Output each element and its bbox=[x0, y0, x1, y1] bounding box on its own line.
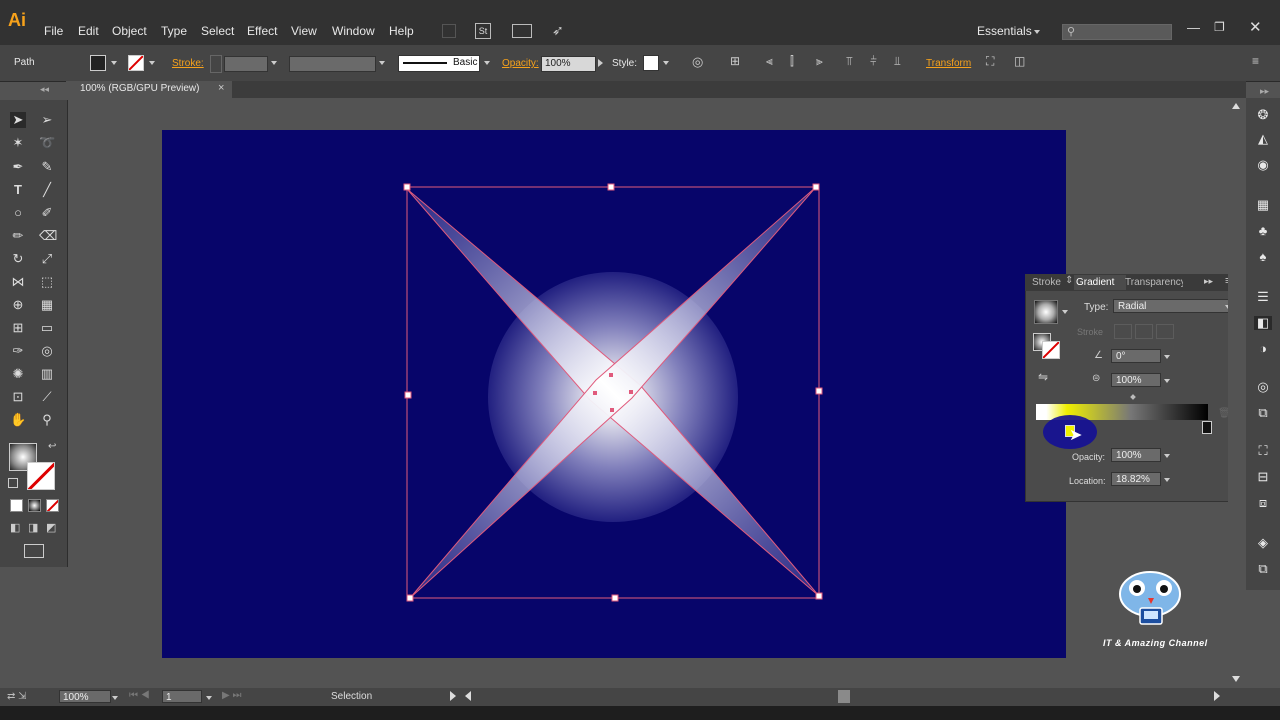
stroke-across-button[interactable] bbox=[1156, 324, 1174, 339]
bounding-handle-tm[interactable] bbox=[607, 183, 615, 191]
chevron-down-icon[interactable] bbox=[1164, 454, 1170, 458]
chevron-down-icon[interactable] bbox=[1164, 379, 1170, 383]
bounding-handle-bl[interactable] bbox=[406, 594, 414, 602]
chevron-down-icon[interactable] bbox=[112, 696, 118, 700]
panel-expand-icon[interactable]: ▸▸ bbox=[1204, 276, 1213, 287]
bounding-handle-tr[interactable] bbox=[812, 183, 820, 191]
layers-icon[interactable]: ◈ bbox=[1254, 536, 1272, 550]
status-menu-icon[interactable] bbox=[450, 691, 456, 701]
bottom-strip bbox=[0, 706, 1280, 720]
tab-arrows-icon: ⇕ bbox=[1065, 275, 1074, 286]
align-panel-icon[interactable]: ⊟ bbox=[1254, 470, 1272, 484]
current-tool-label: Selection bbox=[331, 691, 373, 702]
angle-field[interactable]: 0° bbox=[1111, 349, 1161, 363]
symbols-icon[interactable]: ♣ bbox=[1254, 224, 1272, 238]
gradient-stop-black[interactable] bbox=[1202, 421, 1212, 434]
reverse-gradient-icon[interactable]: ⇋ bbox=[1038, 370, 1048, 384]
tab-gradient[interactable]: Gradient bbox=[1074, 275, 1126, 290]
aspect-ratio-field[interactable]: 100% bbox=[1111, 373, 1161, 387]
aspect-ratio-icon: ⊜ bbox=[1092, 373, 1101, 384]
gradient-type-label: Type: bbox=[1084, 302, 1109, 313]
chevron-down-icon[interactable] bbox=[1164, 478, 1170, 482]
color-guide-icon[interactable]: ❂ bbox=[1254, 108, 1272, 122]
anchor-point[interactable] bbox=[609, 373, 613, 377]
stop-opacity-field[interactable]: 100% bbox=[1111, 448, 1161, 462]
horizontal-scroll-thumb[interactable] bbox=[838, 690, 850, 703]
appearance-icon[interactable]: ◎ bbox=[1254, 380, 1272, 394]
chevron-down-icon[interactable] bbox=[206, 696, 212, 700]
gradient-panel-icon[interactable]: ◧ bbox=[1254, 316, 1272, 330]
watermark-text: IT & Amazing Channel bbox=[1103, 638, 1208, 648]
channel-mascot-logo bbox=[1119, 571, 1181, 625]
tab-stroke[interactable]: Stroke bbox=[1032, 277, 1061, 288]
next-artboard-icon[interactable]: ▶ ⏭ bbox=[222, 690, 241, 701]
anchor-point[interactable] bbox=[629, 390, 633, 394]
chevron-down-icon[interactable] bbox=[1164, 355, 1170, 359]
bounding-handle-br[interactable] bbox=[815, 592, 823, 600]
scroll-right-icon[interactable] bbox=[1214, 691, 1220, 701]
swatches-icon[interactable]: ▦ bbox=[1254, 198, 1272, 212]
tab-transparency[interactable]: Transparency bbox=[1125, 277, 1183, 288]
scroll-left-icon[interactable] bbox=[465, 691, 471, 701]
pathfinder-icon[interactable]: ⧈ bbox=[1254, 496, 1272, 510]
stroke-along-button[interactable] bbox=[1135, 324, 1153, 339]
angle-icon: ∠ bbox=[1094, 350, 1103, 361]
status-bar: ⇄ ⇲ 100% ⏮ ◀ 1 ▶ ⏭ Selection bbox=[0, 688, 1280, 706]
transparency-panel-icon[interactable]: ◑ bbox=[1254, 342, 1272, 356]
expand-dock-icon[interactable]: ▸▸ bbox=[1260, 86, 1269, 97]
scroll-up-icon[interactable] bbox=[1232, 103, 1240, 109]
graphic-styles-icon[interactable]: ♠ bbox=[1254, 250, 1272, 264]
bounding-handle-ml[interactable] bbox=[404, 391, 412, 399]
gradient-panel-header: Stroke ⇕ Gradient Transparency ▸▸ ≡ bbox=[1025, 274, 1242, 291]
bounding-handle-mr[interactable] bbox=[815, 387, 823, 395]
anchor-point[interactable] bbox=[593, 391, 597, 395]
bounding-handle-tl[interactable] bbox=[403, 183, 411, 191]
chevron-down-icon[interactable] bbox=[1062, 310, 1068, 314]
gradient-stroke-swatch[interactable] bbox=[1042, 341, 1060, 359]
first-artboard-icon[interactable]: ⏮ ◀ bbox=[129, 690, 150, 701]
zoom-field[interactable]: 100% bbox=[59, 690, 111, 703]
stroke-panel-icon[interactable]: ☰ bbox=[1254, 290, 1272, 304]
stop-location-field[interactable]: 18.82% bbox=[1111, 472, 1161, 486]
artboards-icon[interactable]: ⧉ bbox=[1254, 562, 1272, 576]
color-icon[interactable]: ◉ bbox=[1254, 158, 1272, 172]
mouse-cursor-icon: ➤ bbox=[1069, 427, 1083, 444]
artboard-number-field[interactable]: 1 bbox=[162, 690, 202, 703]
stroke-within-button[interactable] bbox=[1114, 324, 1132, 339]
transform-panel-icon[interactable]: ⛶ bbox=[1254, 444, 1272, 458]
anchor-point[interactable] bbox=[610, 408, 614, 412]
stop-opacity-label: Opacity: bbox=[1072, 452, 1106, 462]
gradient-type-select[interactable]: Radial bbox=[1113, 299, 1235, 313]
scroll-down-icon[interactable] bbox=[1232, 676, 1240, 682]
bounding-handle-bm[interactable] bbox=[611, 594, 619, 602]
gradient-preview-swatch[interactable] bbox=[1034, 300, 1058, 324]
gradient-stroke-label: Stroke bbox=[1077, 327, 1104, 337]
vertical-scrollbar[interactable] bbox=[1228, 100, 1244, 688]
stop-location-label: Location: bbox=[1069, 476, 1106, 486]
graphic-styles-panel-icon[interactable]: ⧉ bbox=[1254, 406, 1272, 420]
status-left-icons[interactable]: ⇄ ⇲ bbox=[7, 691, 27, 702]
brushes-icon[interactable]: ◭ bbox=[1254, 132, 1272, 146]
